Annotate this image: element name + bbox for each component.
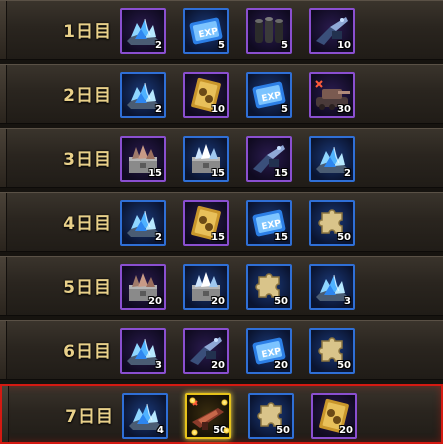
- day-row: 6日目 3 20 EXP 20 50: [0, 320, 443, 380]
- day-row: 5日目 20 20 50 3: [0, 256, 443, 316]
- reward-count: 20: [148, 296, 162, 307]
- reward-count: 50: [337, 360, 351, 371]
- reward-count: 15: [274, 168, 288, 179]
- reward-count: 2: [155, 104, 162, 115]
- reward-count: 4: [157, 425, 164, 436]
- reward-slot[interactable]: 20: [120, 264, 166, 310]
- reward-count: 3: [155, 360, 162, 371]
- day-row: 1日目 2 EXP 5 5 10: [0, 0, 443, 60]
- day-label: 7日目: [65, 407, 114, 427]
- reward-slot[interactable]: 20: [183, 264, 229, 310]
- reward-slot[interactable]: 2: [120, 8, 166, 54]
- reward-count: 5: [218, 40, 225, 51]
- day-label: 1日目: [63, 22, 112, 42]
- reward-count: 30: [337, 104, 351, 115]
- reward-slot[interactable]: 3: [120, 328, 166, 374]
- reward-slot[interactable]: EXP 5: [246, 72, 292, 118]
- reward-count: 3: [344, 296, 351, 307]
- reward-slot[interactable]: 50: [248, 393, 294, 439]
- reward-count: 20: [274, 360, 288, 371]
- reward-slot[interactable]: EXP 20: [246, 328, 292, 374]
- reward-count: 2: [155, 40, 162, 51]
- reward-count: 15: [211, 168, 225, 179]
- reward-slot[interactable]: 5: [246, 8, 292, 54]
- reward-slot[interactable]: 4: [122, 393, 168, 439]
- reward-slot[interactable]: 20: [183, 328, 229, 374]
- reward-count: 2: [155, 232, 162, 243]
- reward-slot[interactable]: EXP 15: [246, 200, 292, 246]
- reward-count: 50: [274, 296, 288, 307]
- sparkle-icon: [223, 427, 229, 434]
- reward-slot[interactable]: 50: [309, 328, 355, 374]
- day-label: 2日目: [63, 86, 112, 106]
- reward-slot[interactable]: 2: [309, 136, 355, 182]
- reward-slot[interactable]: 50: [185, 393, 231, 439]
- reward-slot[interactable]: 10: [183, 72, 229, 118]
- reward-count: 5: [281, 40, 288, 51]
- login-bonus-board: 1日目 2 EXP 5 5 10 2日目 2 10 EXP 5 30 3日目 15 15 15 2 4日目 2 15 E…: [0, 0, 443, 444]
- reward-slot[interactable]: 20: [311, 393, 357, 439]
- reward-slot[interactable]: 15: [246, 136, 292, 182]
- reward-slot[interactable]: EXP 5: [183, 8, 229, 54]
- day-row: 4日目 2 15 EXP 15 50: [0, 192, 443, 252]
- reward-count: 5: [281, 104, 288, 115]
- reward-count: 20: [211, 360, 225, 371]
- reward-count: 20: [339, 425, 353, 436]
- reward-slot[interactable]: 30: [309, 72, 355, 118]
- reward-slot[interactable]: 50: [246, 264, 292, 310]
- sparkle-icon: [221, 399, 228, 406]
- day-label: 6日目: [63, 342, 112, 362]
- day-label: 4日目: [63, 214, 112, 234]
- reward-count: 20: [211, 296, 225, 307]
- reward-slot[interactable]: 15: [183, 136, 229, 182]
- reward-count: 15: [274, 232, 288, 243]
- reward-count: 10: [211, 104, 225, 115]
- day-row: 3日目 15 15 15 2: [0, 128, 443, 188]
- reward-count: 15: [211, 232, 225, 243]
- reward-count: 50: [276, 425, 290, 436]
- day-row: 2日目 2 10 EXP 5 30: [0, 64, 443, 124]
- reward-slot[interactable]: 50: [309, 200, 355, 246]
- reward-slot[interactable]: 2: [120, 72, 166, 118]
- sparkle-icon: [189, 397, 196, 404]
- day-label: 5日目: [63, 278, 112, 298]
- sparkle-icon: [191, 429, 198, 436]
- reward-count: 10: [337, 40, 351, 51]
- day-row: 7日目 4 50 50 20: [0, 384, 443, 444]
- reward-count: 50: [337, 232, 351, 243]
- reward-count: 15: [148, 168, 162, 179]
- reward-slot[interactable]: 3: [309, 264, 355, 310]
- day-label: 3日目: [63, 150, 112, 170]
- reward-slot[interactable]: 15: [183, 200, 229, 246]
- reward-count: 2: [344, 168, 351, 179]
- reward-slot[interactable]: 15: [120, 136, 166, 182]
- reward-slot[interactable]: 10: [309, 8, 355, 54]
- reward-slot[interactable]: 2: [120, 200, 166, 246]
